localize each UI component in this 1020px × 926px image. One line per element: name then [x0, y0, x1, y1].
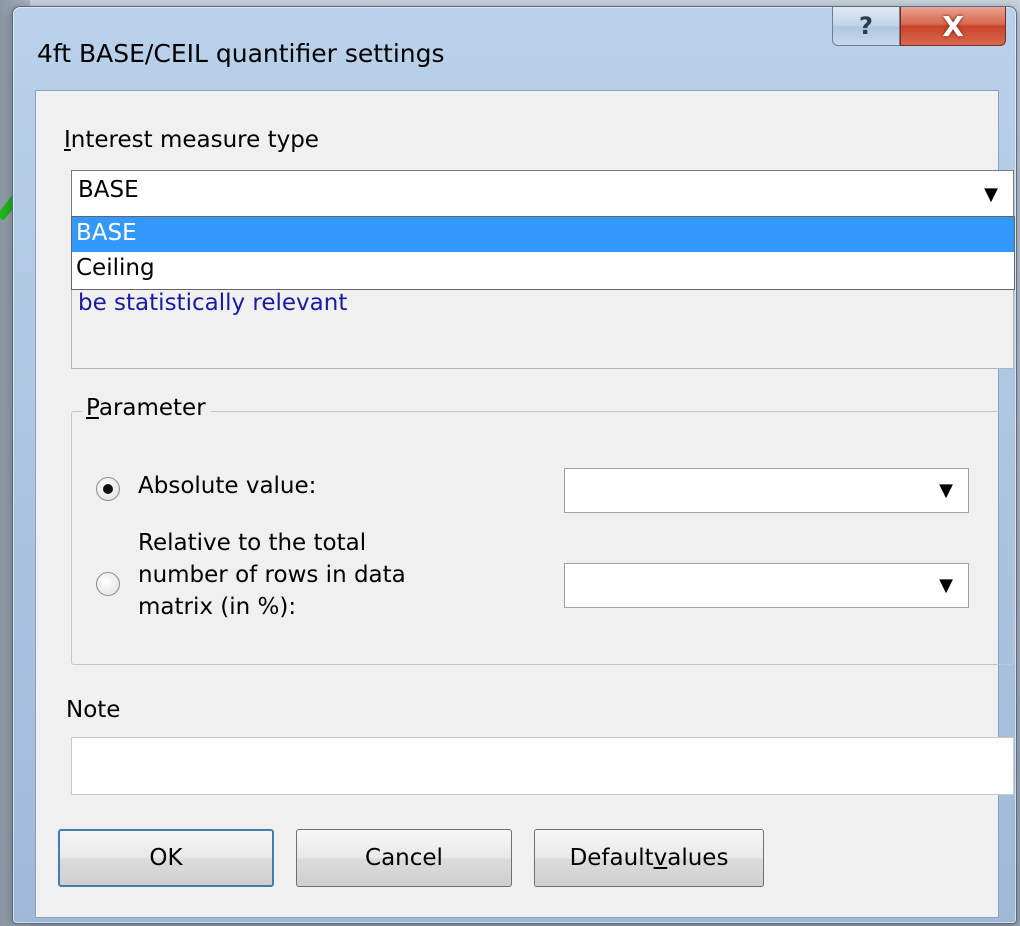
relative-value-label: Relative to the total number of rows in …: [138, 530, 406, 620]
close-icon: X: [942, 9, 964, 43]
caption-buttons: ? X: [832, 7, 1006, 47]
option-ceiling[interactable]: Ceiling: [72, 252, 1014, 287]
parameter-group: Parameter Absolute value: ▼ Relative to …: [71, 395, 1014, 665]
interest-measure-label: Interest measure type: [64, 127, 319, 153]
option-base[interactable]: BASE: [72, 217, 1014, 252]
interest-measure-select[interactable]: BASE ▼: [71, 170, 1014, 218]
note-input[interactable]: [71, 737, 1014, 795]
window-title: 4ft BASE/CEIL quantifier settings: [37, 39, 445, 68]
ok-button[interactable]: OK: [58, 829, 274, 887]
relative-value-select[interactable]: ▼: [564, 563, 969, 608]
chevron-down-icon[interactable]: ▼: [971, 173, 1011, 215]
chevron-down-icon[interactable]: ▼: [926, 471, 966, 510]
description-text: be statistically relevant: [78, 290, 348, 316]
chevron-down-icon[interactable]: ▼: [926, 566, 966, 605]
default-values-button[interactable]: Default v alues: [534, 829, 764, 887]
interest-measure-value: BASE: [78, 177, 139, 203]
absolute-value-select[interactable]: ▼: [564, 468, 969, 513]
close-button[interactable]: X: [900, 7, 1006, 46]
cancel-button[interactable]: Cancel: [296, 829, 512, 887]
help-button[interactable]: ?: [832, 7, 900, 46]
absolute-value-radio[interactable]: [96, 477, 120, 501]
interest-measure-dropdown-list: BASE Ceiling: [71, 216, 1015, 290]
absolute-value-label: Absolute value:: [138, 473, 317, 499]
help-icon: ?: [859, 12, 873, 40]
relative-value-radio[interactable]: [96, 572, 120, 596]
parameter-legend: Parameter: [82, 395, 210, 421]
dialog-client-area: Interest measure type be statistically r…: [35, 90, 1015, 918]
dialog-window: 4ft BASE/CEIL quantifier settings ? X In…: [12, 6, 1017, 924]
note-label: Note: [66, 697, 121, 723]
